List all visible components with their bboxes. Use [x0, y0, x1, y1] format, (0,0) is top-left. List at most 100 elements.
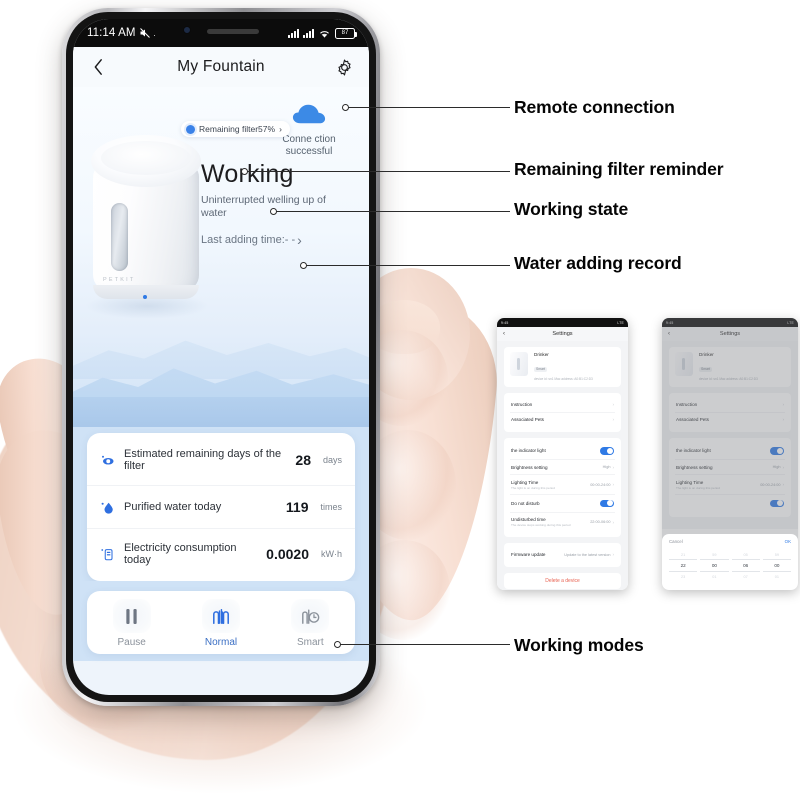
wifi-icon — [320, 30, 329, 38]
stat-unit: times — [320, 502, 342, 512]
adding-record-label: Last adding time:- - — [201, 234, 296, 246]
battery-icon: 87 — [335, 27, 357, 39]
stat-label: Purified water today — [124, 501, 222, 513]
picker-value-above: 59 — [712, 552, 717, 557]
stat-label: Estimated remaining days of the filter — [124, 448, 282, 472]
mini-body: Drinker Smart device id: sn1 Mac address… — [497, 341, 628, 590]
picker-value-below: 01 — [712, 574, 717, 579]
do-not-disturb-toggle[interactable] — [600, 499, 614, 508]
time-picker-column[interactable]: 59 00 01 — [700, 550, 729, 581]
chevron-right-icon: › — [297, 232, 302, 248]
mini-item-value: 22:00-06:00 — [590, 520, 611, 525]
mini-list-item[interactable]: Brightness setting High › — [510, 459, 615, 474]
back-chevron-icon[interactable]: ‹ — [503, 331, 505, 337]
mini-page-title: Settings — [552, 331, 573, 337]
battery-level: 87 — [341, 30, 349, 36]
mini-item-label: Associated Pets — [511, 417, 544, 423]
status-bar-left: 11:14 AM . — [87, 27, 156, 39]
mountain-layer-back — [73, 340, 369, 379]
picker-value-selected: 06 — [731, 559, 760, 572]
time-picker-modal: Cancel OK 21 22 23 59 00 01 05 06 07 59 … — [662, 534, 798, 590]
picker-value-above: 21 — [681, 552, 686, 557]
cancel-button[interactable]: Cancel — [669, 539, 683, 544]
stat-value: 28 — [295, 452, 311, 468]
delete-device-button[interactable]: Delete a device — [504, 573, 621, 589]
mini-device-card[interactable]: Drinker Smart device id: sn1 Mac address… — [504, 347, 621, 387]
gear-icon[interactable] — [333, 56, 355, 78]
cloud-icon — [292, 104, 326, 124]
chevron-right-icon: › — [612, 402, 614, 408]
mode-label: Smart — [296, 637, 324, 648]
stat-row: Electricity consumption today 0.0020 kW·… — [87, 528, 355, 579]
mode-button-normal[interactable]: Normal — [176, 599, 265, 648]
pause-icon — [112, 599, 151, 633]
earpiece-speaker — [207, 29, 259, 34]
indicator-light-toggle[interactable] — [600, 447, 614, 455]
water-jets-icon — [201, 599, 240, 633]
picker-value-selected: 00 — [700, 559, 729, 572]
mini-item-value: 00:00-24:00 — [590, 482, 611, 487]
mini-item-label: Firmware update — [511, 552, 546, 558]
annotation-label: Remote connection — [514, 97, 675, 117]
working-modes-card: Pause Normal Smart — [87, 591, 355, 654]
battery-meter-icon — [101, 548, 113, 560]
mini-item-label: Brightness setting — [511, 464, 548, 470]
stats-card: Estimated remaining days of the filter 2… — [87, 433, 355, 581]
page-title: My Fountain — [177, 58, 265, 75]
mini-status-bar: 9:45 LTE — [497, 318, 628, 327]
annotation-label: Working state — [514, 199, 629, 219]
mini-list-item[interactable]: Firmware update Update to the latest ver… — [510, 548, 615, 562]
smart-clock-icon — [291, 599, 330, 633]
picker-value-selected: 22 — [669, 559, 698, 572]
time-picker-column[interactable]: 59 00 01 — [762, 550, 791, 581]
mini-list-item[interactable]: the indicator light — [510, 443, 615, 460]
device-brand-label: PETKIT — [103, 277, 136, 283]
mini-list-item[interactable]: Do not disturb — [510, 494, 615, 512]
mode-label: Normal — [204, 637, 238, 648]
time-picker-actions: Cancel OK — [669, 539, 791, 544]
back-chevron-icon[interactable] — [87, 56, 109, 78]
picker-value-below: 23 — [681, 574, 686, 579]
mini-screenshot-settings: 9:45 LTE ‹ Settings Drinker Smart device… — [497, 318, 628, 590]
mini-delete-card[interactable]: Delete a device — [504, 572, 621, 589]
signal-bars-icon — [288, 28, 299, 38]
time-picker-column[interactable]: 05 06 07 — [731, 550, 760, 581]
mini-item-label: the indicator light — [511, 448, 546, 454]
annotation-line — [348, 107, 510, 109]
stat-value: 119 — [285, 499, 309, 515]
ok-button[interactable]: OK — [785, 539, 791, 544]
status-time: 11:14 AM — [87, 27, 136, 39]
phone-screen: 11:14 AM . 87 My Fountain Conne ction su… — [73, 19, 369, 695]
picker-value-below: 07 — [743, 574, 748, 579]
device-water-window — [111, 203, 128, 271]
filter-status-dot — [186, 124, 195, 134]
water-adding-record[interactable]: Last adding time:- - › — [201, 232, 351, 248]
remaining-filter-label: Remaining filter57% — [199, 124, 276, 134]
mode-button-smart[interactable]: Smart — [266, 599, 355, 648]
annotation-label: Water adding record — [514, 253, 682, 273]
time-picker-column[interactable]: 21 22 23 — [669, 550, 698, 581]
mode-button-pause[interactable]: Pause — [87, 599, 176, 648]
hero-section: Conne ction successful PETKIT Remaining … — [73, 87, 369, 427]
chevron-right-icon: › — [612, 417, 614, 423]
mode-label: Pause — [117, 637, 146, 648]
filter-eye-icon — [102, 455, 114, 465]
remaining-filter-pill[interactable]: Remaining filter57% › — [181, 121, 290, 137]
mini-list-item[interactable]: Undisturbed time The device stops workin… — [510, 511, 615, 532]
mini-status-time: 9:45 — [501, 320, 509, 325]
mini-list-item[interactable]: Instruction › — [510, 398, 615, 412]
mountain-layer-front — [73, 397, 369, 427]
annotation-line — [340, 644, 510, 646]
annotation-line — [247, 171, 510, 173]
mini-item-label: Do not disturb — [511, 500, 540, 506]
stat-row: Purified water today 119 times — [87, 485, 355, 528]
mini-list-item[interactable]: Associated Pets › — [510, 411, 615, 427]
mini-device-tag: Smart — [534, 366, 548, 372]
mini-list-item[interactable]: Lighting Time The light is on during thi… — [510, 474, 615, 494]
mini-firmware-card[interactable]: Firmware update Update to the latest ver… — [504, 542, 621, 567]
mini-item-value: High — [602, 465, 611, 470]
picker-value-selected: 00 — [762, 559, 791, 572]
device-lid-inner — [101, 141, 191, 175]
annotation-label: Working modes — [514, 635, 644, 655]
mini-status-right: LTE — [617, 320, 624, 325]
